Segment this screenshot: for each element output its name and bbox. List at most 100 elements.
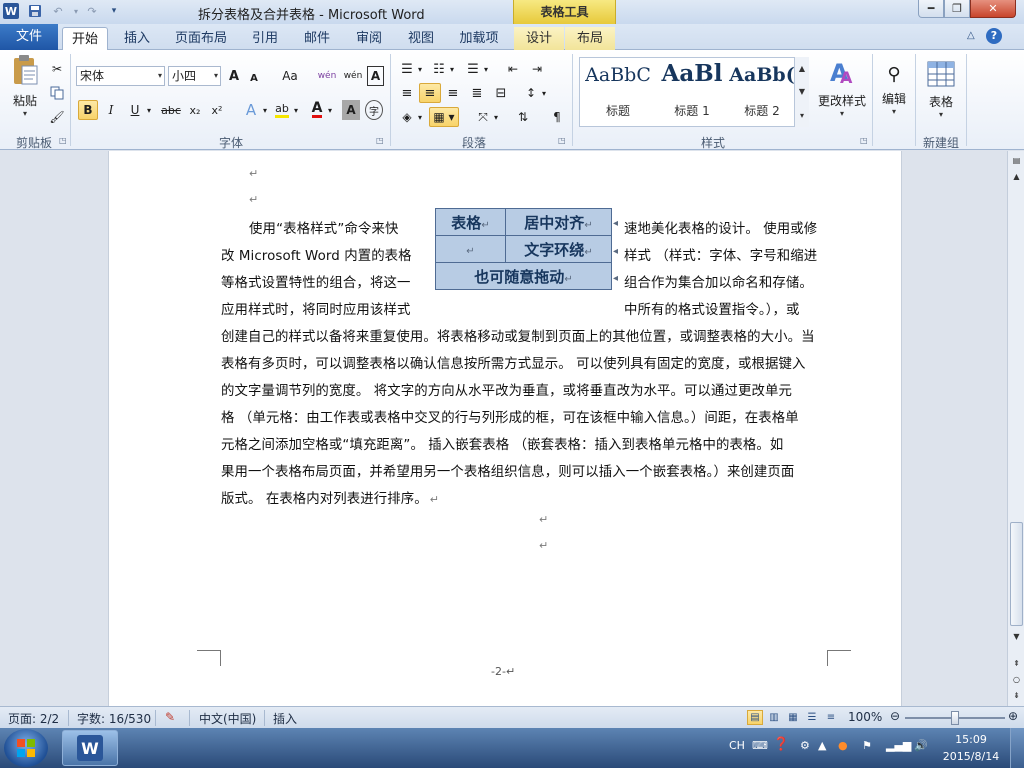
- table-cell[interactable]: 居中对齐↵: [505, 208, 612, 236]
- network-icon[interactable]: ▂▄▆: [886, 739, 911, 752]
- enclose-characters-button[interactable]: 字: [365, 100, 383, 120]
- grow-font-button[interactable]: A: [225, 66, 243, 86]
- restore-button[interactable]: ❐: [944, 0, 970, 18]
- gallery-down-icon[interactable]: ▼: [799, 87, 805, 96]
- multilevel-list-icon[interactable]: ☰: [464, 59, 482, 79]
- align-center-icon[interactable]: ≡: [419, 83, 441, 103]
- word-app-icon[interactable]: W: [3, 3, 19, 19]
- close-button[interactable]: ✕: [970, 0, 1016, 18]
- print-layout-view-icon[interactable]: ▤: [747, 710, 763, 725]
- styles-gallery-scroll[interactable]: ▲ ▼ ▾: [794, 57, 809, 127]
- copy-icon[interactable]: [48, 83, 66, 103]
- justify-icon[interactable]: ≣: [468, 83, 486, 103]
- paste-dropdown-icon[interactable]: ▾: [23, 109, 27, 118]
- help-icon[interactable]: ?: [986, 28, 1002, 44]
- style-item-heading-1[interactable]: AaBl 标题 1: [656, 58, 728, 126]
- character-border-button[interactable]: A: [367, 66, 384, 86]
- previous-page-icon[interactable]: ⇞: [1009, 656, 1024, 671]
- system-clock[interactable]: 15:09 2015/8/14: [938, 731, 1004, 765]
- highlight-dropdown-icon[interactable]: ▾: [292, 100, 300, 120]
- insert-mode-indicator[interactable]: 插入: [273, 710, 297, 727]
- ime-indicator[interactable]: CH: [729, 739, 745, 752]
- next-page-icon[interactable]: ⇟: [1009, 688, 1024, 703]
- distributed-icon[interactable]: ⊟: [492, 83, 510, 103]
- font-color-icon[interactable]: A: [308, 100, 326, 120]
- font-color-dropdown-icon[interactable]: ▾: [326, 100, 334, 120]
- show-desktop-button[interactable]: [1010, 728, 1024, 768]
- table-cell[interactable]: ↵: [435, 235, 506, 263]
- table-cell-merged[interactable]: 也可随意拖动↵: [435, 262, 612, 290]
- scroll-thumb[interactable]: [1010, 522, 1023, 626]
- tab-design[interactable]: 设计: [514, 27, 564, 50]
- style-item-heading-2[interactable]: AaBb( 标题 2: [726, 58, 798, 126]
- bullets-dropdown-icon[interactable]: ▾: [416, 59, 424, 79]
- floating-table[interactable]: 表格↵ 居中对齐↵ ↵ 文字环绕↵ 也可随意拖动↵: [435, 208, 612, 290]
- increase-indent-icon[interactable]: ⇥: [528, 59, 546, 79]
- table-cell[interactable]: 表格↵: [435, 208, 506, 236]
- style-item-title[interactable]: AaBbC 标题: [582, 58, 654, 126]
- table-dropdown-icon[interactable]: ▾: [939, 110, 943, 119]
- shading-icon[interactable]: ◈: [398, 107, 416, 127]
- tab-add-ins[interactable]: 加载项: [450, 27, 508, 50]
- undo-dropdown-icon[interactable]: ▾: [68, 3, 84, 19]
- font-launcher-icon[interactable]: ◳: [376, 136, 384, 145]
- word-count[interactable]: 字数: 16/530: [77, 710, 151, 727]
- phonetic-guide-button[interactable]: wén: [342, 66, 364, 86]
- tab-review[interactable]: 审阅: [346, 27, 392, 50]
- text-effects-dropdown-icon[interactable]: ▾: [261, 100, 269, 120]
- align-left-icon[interactable]: ≡: [398, 83, 416, 103]
- ime-settings-icon[interactable]: ⚙: [800, 739, 810, 752]
- tab-mailings[interactable]: 邮件: [294, 27, 340, 50]
- volume-icon[interactable]: 🔊: [914, 739, 928, 752]
- cut-icon[interactable]: ✂: [48, 59, 66, 79]
- styles-gallery[interactable]: AaBbC 标题 AaBl 标题 1 AaBb( 标题 2: [579, 57, 809, 127]
- save-icon[interactable]: [27, 3, 43, 19]
- show-hidden-icons-icon[interactable]: ▲: [818, 739, 826, 752]
- font-size-combo[interactable]: 小四 ▾: [168, 66, 221, 86]
- table-button[interactable]: 表格 ▾: [922, 58, 960, 119]
- line-spacing-dropdown-icon[interactable]: ▾: [540, 83, 548, 103]
- tab-home[interactable]: 开始: [62, 27, 108, 50]
- align-right-icon[interactable]: ≡: [444, 83, 462, 103]
- change-styles-button[interactable]: AA 更改样式 ▾: [815, 56, 869, 118]
- web-layout-icon[interactable]: ▦: [785, 710, 801, 725]
- table-cell[interactable]: 文字环绕↵: [505, 235, 612, 263]
- minimize-button[interactable]: ━: [918, 0, 944, 18]
- document-page[interactable]: ↵ ↵ 使用“表格样式”命令来快 改 Microsoft Word 内置的表格 …: [108, 151, 902, 706]
- shading-dropdown-icon[interactable]: ▾: [416, 107, 424, 127]
- paste-button[interactable]: 粘贴 ▾: [8, 54, 42, 118]
- styles-launcher-icon[interactable]: ◳: [860, 136, 868, 145]
- asian-layout-icon[interactable]: ⤧: [474, 107, 492, 127]
- outline-view-icon[interactable]: ☰: [804, 710, 820, 725]
- tab-references[interactable]: 引用: [242, 27, 288, 50]
- line-spacing-icon[interactable]: ↕: [522, 83, 540, 103]
- customize-quick-access-icon[interactable]: ▾: [106, 3, 122, 19]
- tab-file[interactable]: 文件: [0, 24, 58, 50]
- zoom-in-icon[interactable]: ⊕: [1008, 709, 1018, 723]
- text-effects-icon[interactable]: A: [240, 100, 262, 120]
- tab-insert[interactable]: 插入: [114, 27, 160, 50]
- tab-page-layout[interactable]: 页面布局: [170, 27, 232, 50]
- character-shading-button[interactable]: A: [342, 100, 360, 120]
- asian-layout-dropdown-icon[interactable]: ▾: [492, 107, 500, 127]
- ruler-toggle-icon[interactable]: ▤: [1009, 153, 1024, 168]
- show-hide-marks-icon[interactable]: ¶: [548, 107, 566, 127]
- page-indicator[interactable]: 页面: 2/2: [8, 710, 59, 727]
- font-name-combo[interactable]: 宋体 ▾: [76, 66, 165, 86]
- shrink-font-button[interactable]: A: [246, 68, 262, 88]
- gallery-more-icon[interactable]: ▾: [800, 111, 804, 120]
- help-tray-icon[interactable]: ❓: [773, 737, 789, 752]
- clipboard-launcher-icon[interactable]: ◳: [59, 136, 67, 145]
- minimize-ribbon-icon[interactable]: △: [967, 30, 975, 41]
- underline-dropdown-icon[interactable]: ▾: [145, 100, 153, 120]
- numbering-dropdown-icon[interactable]: ▾: [448, 59, 456, 79]
- action-center-icon[interactable]: ⚑: [862, 739, 872, 752]
- scroll-down-icon[interactable]: ▼: [1009, 629, 1024, 644]
- document-area[interactable]: ↵ ↵ 使用“表格样式”命令来快 改 Microsoft Word 内置的表格 …: [0, 151, 1007, 706]
- proofing-icon[interactable]: ✎: [165, 710, 175, 724]
- editing-dropdown-icon[interactable]: ▾: [892, 107, 896, 116]
- bullets-icon[interactable]: ☰: [398, 59, 416, 79]
- sort-icon[interactable]: ⇅: [514, 107, 532, 127]
- zoom-out-icon[interactable]: ⊖: [890, 709, 900, 723]
- tab-layout[interactable]: 布局: [565, 27, 615, 50]
